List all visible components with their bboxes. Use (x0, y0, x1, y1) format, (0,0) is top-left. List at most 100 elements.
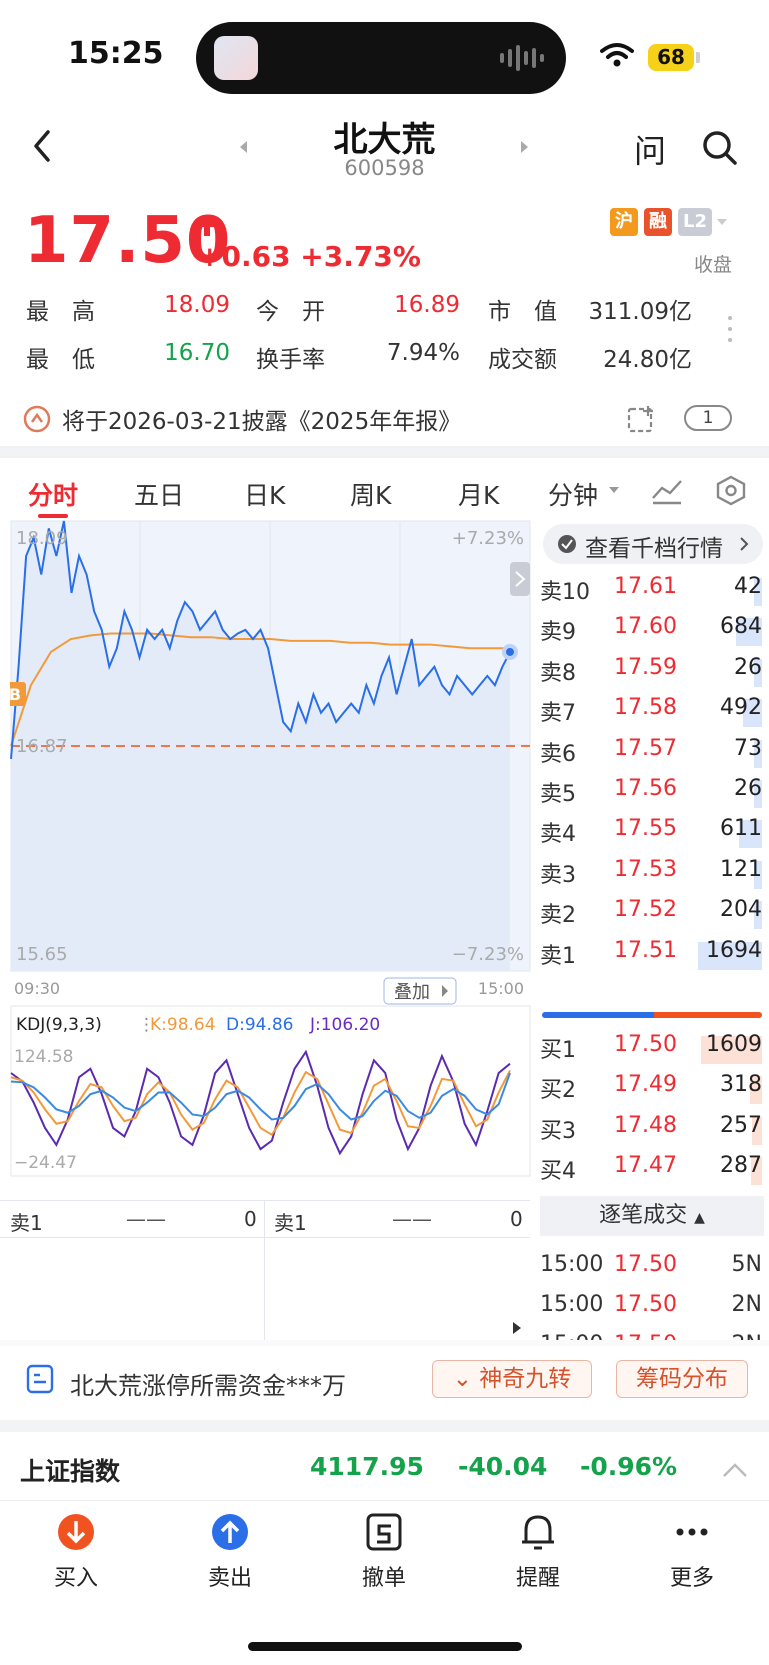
alert-label[interactable]: 提醒 (488, 1560, 588, 1592)
sell-order-row[interactable]: 卖5 17.56 26 (540, 776, 762, 814)
limit-up-capital-text[interactable]: 北大荒涨停所需资金***万 (70, 1366, 346, 1401)
index-name[interactable]: 上证指数 (20, 1452, 120, 1488)
battery-cap (696, 52, 700, 63)
up-arrow-icon (198, 217, 216, 236)
sell-order-vol: 26 (734, 776, 762, 801)
buy-order-row[interactable]: 买2 17.49 318 (540, 1072, 762, 1110)
section-divider (0, 446, 769, 458)
change-percent: +3.73% (300, 240, 421, 273)
tab-five-day[interactable]: 五日 (134, 476, 184, 512)
sell-order-price: 17.53 (614, 856, 677, 882)
more-button[interactable] (642, 1512, 742, 1556)
sell-icon (212, 1514, 248, 1550)
level2-right-label: 卖1 (274, 1211, 307, 1235)
expand-handle[interactable] (510, 562, 530, 596)
buy-label[interactable]: 买入 (26, 1560, 126, 1592)
check-circle-icon (558, 535, 576, 553)
sell-order-row[interactable]: 卖7 17.58 492 (540, 695, 762, 733)
document-icon (26, 1364, 54, 1394)
more-label[interactable]: 更多 (642, 1560, 742, 1592)
buy-button[interactable] (26, 1512, 126, 1556)
buy-order-label: 买2 (540, 1078, 576, 1104)
tab-daily-k[interactable]: 日K (244, 476, 285, 512)
bell-icon (522, 1515, 554, 1550)
play-icon[interactable] (512, 1321, 522, 1335)
open-label: 今 开 (256, 299, 325, 325)
draw-line-icon[interactable] (650, 476, 684, 506)
tab-weekly-k[interactable]: 周K (350, 476, 391, 512)
level2-badge[interactable]: L2 (678, 208, 712, 236)
buy-order-row[interactable]: 买1 17.50 1609 (540, 1032, 762, 1070)
chevron-down-icon[interactable] (608, 486, 620, 494)
section-divider (0, 1340, 769, 1346)
sell-order-vol: 204 (720, 897, 762, 923)
chevron-down-icon[interactable] (716, 218, 728, 226)
last-price-dot (502, 643, 518, 660)
level2-panel: 卖1 —— 0 卖1 —— 0 (0, 1200, 530, 1341)
turnover-label: 换手率 (256, 347, 325, 373)
app-thumbnail-icon (214, 36, 258, 80)
sell-order-price: 17.51 (614, 937, 677, 963)
magic-nine-button[interactable]: ⌄ 神奇九转 (432, 1360, 592, 1398)
intraday-chart[interactable]: 18.09 +7.23% 16.87 15.65 −7.23% B 09:30 … (10, 520, 532, 1180)
buy-order-row[interactable]: 买4 17.47 287 (540, 1153, 762, 1191)
earnings-notice[interactable]: 将于2026-03-21披露《2025年年报》 (62, 402, 461, 436)
sell-order-price: 17.56 (614, 776, 677, 801)
sell-order-row[interactable]: 卖1 17.51 1694 (540, 938, 762, 976)
change-amount: +0.63 (198, 240, 291, 273)
dynamic-island (196, 22, 566, 94)
tab-minute[interactable]: 分钟 (548, 476, 598, 512)
buy-sell-ratio-bar (542, 1012, 762, 1018)
sell-order-row[interactable]: 卖4 17.55 611 (540, 816, 762, 854)
sell-order-row[interactable]: 卖3 17.53 121 (540, 857, 762, 895)
sell-order-row[interactable]: 卖6 17.57 73 (540, 736, 762, 774)
sell-button[interactable] (180, 1512, 280, 1556)
tab-underline (38, 514, 68, 518)
ask-icon[interactable]: 问 (634, 126, 666, 172)
sell-order-price: 17.52 (614, 897, 677, 923)
sell-order-price: 17.58 (614, 695, 677, 721)
alert-button[interactable] (488, 1512, 588, 1556)
search-icon[interactable] (700, 128, 740, 168)
sell-order-row[interactable]: 卖9 17.60 684 (540, 614, 762, 652)
watchlist-add-icon[interactable] (626, 404, 658, 434)
tick-trade-vol: 2N (731, 1292, 762, 1317)
depth-button[interactable]: 查看千档行情 (543, 524, 763, 564)
tick-trade-vol: 5N (731, 1252, 762, 1277)
sell-order-label: 卖10 (540, 580, 590, 605)
kdj-j-value: J:106.20 (309, 1015, 380, 1035)
sell-order-row[interactable]: 卖10 17.61 42 (540, 574, 762, 612)
sell-order-vol: 492 (720, 695, 762, 721)
low-label: 最 低 (26, 347, 95, 373)
notice-count[interactable]: 1 (684, 405, 732, 431)
y-bottom-label: 15.65 (16, 944, 68, 965)
sell-order-row[interactable]: 卖2 17.52 204 (540, 897, 762, 935)
sell-label[interactable]: 卖出 (180, 1560, 280, 1592)
next-stock-icon[interactable] (520, 140, 530, 154)
chevron-up-icon[interactable] (722, 1462, 748, 1478)
market-cap-value: 311.09亿 (588, 299, 692, 325)
tab-intraday[interactable]: 分时 (28, 476, 78, 512)
kdj-top-label: 124.58 (14, 1047, 73, 1067)
tab-monthly-k[interactable]: 月K (458, 476, 499, 512)
overlay-label: 叠加 (394, 982, 430, 1003)
chip-distribution-button[interactable]: 筹码分布 (616, 1360, 748, 1398)
pct-bottom-label: −7.23% (452, 944, 524, 965)
buy-order-vol: 287 (720, 1153, 762, 1179)
index-change: -40.04 (458, 1452, 548, 1481)
buy-order-vol: 318 (720, 1072, 762, 1098)
high-label: 最 高 (26, 299, 95, 325)
sell-order-label: 卖5 (540, 782, 576, 807)
buy-marker-label: B (10, 685, 21, 704)
sell-order-row[interactable]: 卖8 17.59 26 (540, 655, 762, 693)
buy-order-row[interactable]: 买3 17.48 257 (540, 1113, 762, 1151)
more-vertical-icon[interactable] (726, 314, 734, 344)
shanghai-badge: 沪 (610, 208, 638, 236)
tick-trades-header[interactable]: 逐笔成交 ▲ (540, 1196, 764, 1236)
settings-hexagon-icon[interactable] (714, 474, 748, 506)
sell-order-vol: 1694 (706, 937, 762, 963)
sell-order-label: 卖2 (540, 903, 576, 929)
cancel-order-label[interactable]: 撤单 (334, 1560, 434, 1592)
sell-order-label: 卖6 (540, 741, 576, 767)
cancel-order-button[interactable] (334, 1512, 434, 1556)
